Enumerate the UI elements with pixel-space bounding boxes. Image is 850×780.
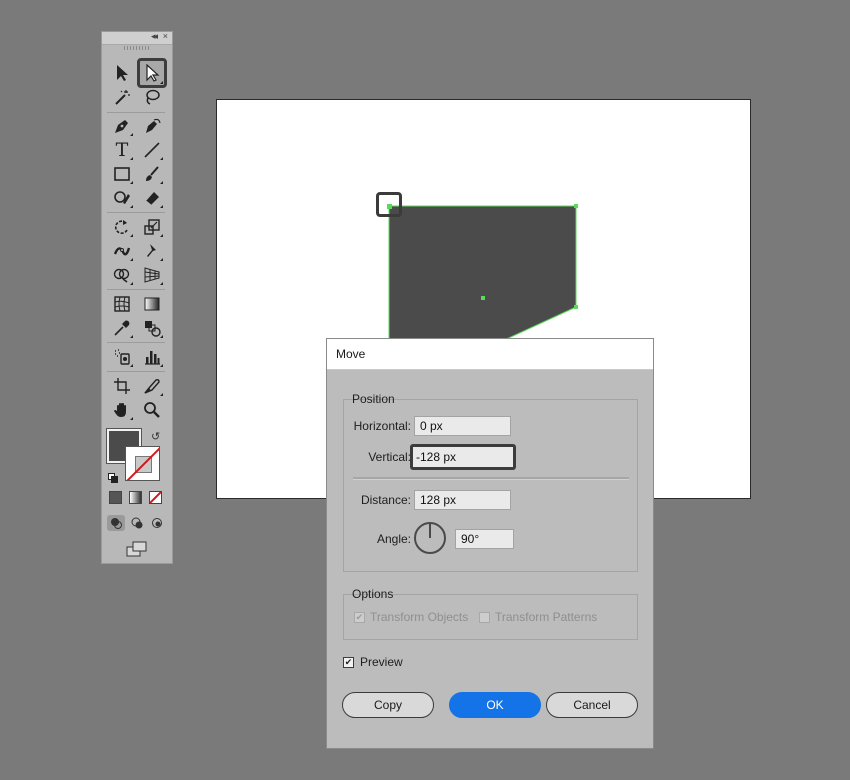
dialog-title[interactable]: Move — [327, 339, 653, 370]
position-group-label: Position — [352, 392, 395, 406]
cancel-button[interactable]: Cancel — [546, 692, 638, 718]
transform-patterns-label: Transform Patterns — [495, 610, 598, 624]
distance-input[interactable]: 128 px — [414, 490, 511, 510]
selected-shape — [388, 205, 577, 343]
copy-button[interactable]: Copy — [342, 692, 434, 718]
position-divider — [353, 477, 629, 480]
angle-dial[interactable] — [414, 522, 446, 554]
transform-objects-checkbox[interactable]: ✔ — [354, 612, 365, 623]
anchor-point — [574, 305, 578, 309]
anchor-point — [574, 204, 578, 208]
distance-label: Distance: — [360, 493, 411, 507]
options-group-label: Options — [352, 587, 394, 601]
angle-dial-needle — [429, 524, 431, 538]
angle-input[interactable]: 90° — [455, 529, 514, 549]
selected-anchor-highlight — [376, 192, 402, 217]
angle-label: Angle: — [376, 532, 411, 546]
transform-objects-label: Transform Objects — [370, 610, 469, 624]
ok-button[interactable]: OK — [449, 692, 541, 718]
vertical-input[interactable]: -128 px — [410, 444, 516, 470]
transform-patterns-checkbox[interactable] — [479, 612, 490, 623]
move-dialog: Move Position Horizontal: 0 px Vertical:… — [326, 338, 654, 749]
center-point — [481, 296, 485, 300]
horizontal-label: Horizontal: — [353, 419, 411, 433]
preview-label: Preview — [360, 655, 403, 669]
vertical-label: Vertical: — [368, 450, 411, 464]
preview-checkbox[interactable]: ✔ — [343, 657, 354, 668]
horizontal-input[interactable]: 0 px — [414, 416, 511, 436]
